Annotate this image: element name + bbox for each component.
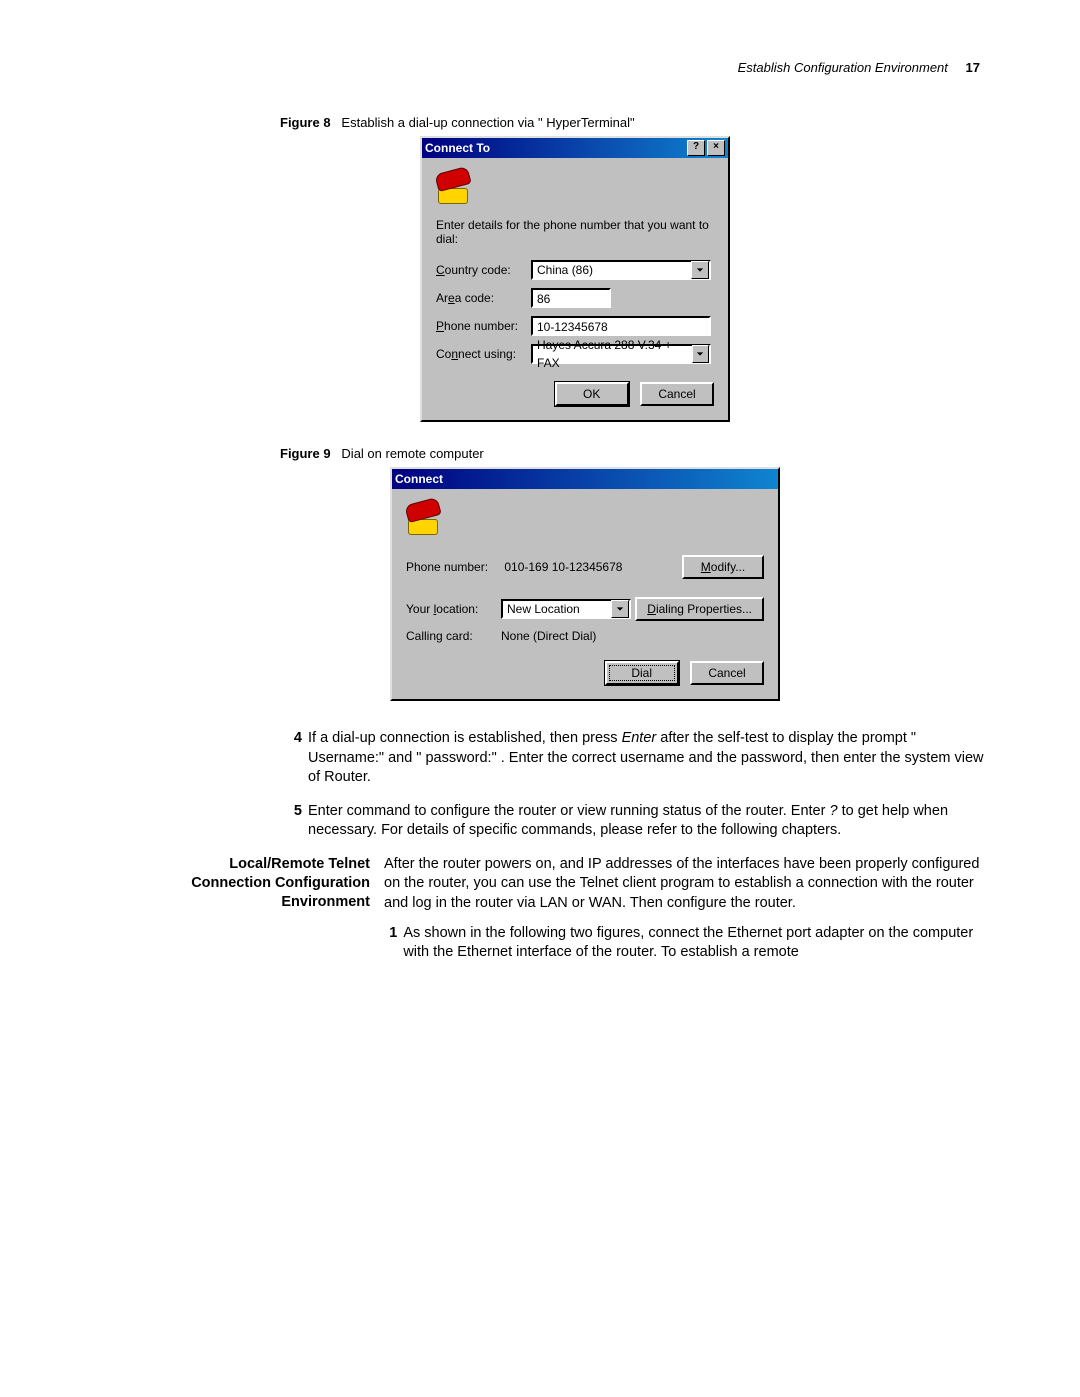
phone-number-label: Phone number:	[436, 319, 531, 333]
step-number: 4	[280, 729, 302, 788]
connect-using-label: Connect using:	[436, 347, 531, 361]
figure8-label: Figure 8	[280, 115, 331, 130]
country-code-label: Country code:	[436, 263, 531, 277]
header-title: Establish Configuration Environment	[738, 60, 948, 75]
dial-button[interactable]: Dial	[605, 661, 679, 685]
connect-dialog: Connect Phone number: 010-169 10-1234567…	[390, 467, 780, 701]
step-text: If a dial-up connection is established, …	[308, 729, 990, 788]
chevron-down-icon	[611, 600, 629, 618]
step-text: As shown in the following two figures, c…	[403, 924, 990, 963]
chevron-down-icon	[692, 345, 709, 363]
section-telnet: Local/Remote Telnet Connection Configura…	[180, 855, 990, 963]
dialing-properties-button[interactable]: Dialing Properties...	[635, 597, 764, 621]
your-location-label: Your location:	[406, 602, 501, 616]
figure9-label: Figure 9	[280, 446, 331, 461]
step-number: 1	[384, 924, 397, 963]
connect-using-value: Hayes Accura 288 V.34 + FAX	[537, 336, 692, 372]
ok-button[interactable]: OK	[555, 382, 629, 406]
modify-button[interactable]: Modify...	[682, 555, 764, 579]
dialog-titlebar: Connect	[392, 469, 778, 489]
figure9-caption-text: Dial on remote computer	[341, 446, 483, 461]
cancel-button[interactable]: Cancel	[690, 661, 764, 685]
help-button[interactable]: ?	[687, 140, 705, 156]
country-code-combo[interactable]: China (86)	[531, 260, 711, 280]
figure9-caption: Figure 9 Dial on remote computer	[280, 446, 990, 461]
dialog-title: Connect To	[425, 138, 490, 158]
area-code-label: Area code:	[436, 291, 531, 305]
page-header: Establish Configuration Environment 17	[180, 60, 990, 75]
country-code-value: China (86)	[537, 261, 593, 279]
area-code-input[interactable]: 86	[531, 288, 611, 308]
phone-icon	[436, 170, 470, 204]
section-paragraph: After the router powers on, and IP addre…	[384, 855, 990, 914]
phone-number-label: Phone number:	[406, 560, 501, 574]
dialog-instruction: Enter details for the phone number that …	[436, 218, 714, 246]
location-combo[interactable]: New Location	[501, 599, 631, 619]
dialog-titlebar: Connect To ? ×	[422, 138, 728, 158]
location-value: New Location	[507, 600, 580, 618]
step-number: 5	[280, 802, 302, 841]
calling-card-label: Calling card:	[406, 629, 501, 643]
page-number: 17	[966, 60, 980, 75]
step-text: Enter command to configure the router or…	[308, 802, 990, 841]
steps-list: 4 If a dial-up connection is established…	[280, 729, 990, 841]
figure8-caption-text: Establish a dial-up connection via " Hyp…	[341, 115, 634, 130]
phone-number-value: 010-169 10-12345678	[504, 560, 622, 574]
section-heading: Local/Remote Telnet Connection Configura…	[180, 855, 384, 963]
cancel-button[interactable]: Cancel	[640, 382, 714, 406]
phone-icon	[406, 501, 440, 535]
phone-number-input[interactable]: 10-12345678	[531, 316, 711, 336]
close-button[interactable]: ×	[707, 140, 725, 156]
connect-to-dialog: Connect To ? × Enter details for the pho…	[420, 136, 730, 422]
chevron-down-icon	[691, 261, 709, 279]
figure8-caption: Figure 8 Establish a dial-up connection …	[280, 115, 990, 130]
connect-using-combo[interactable]: Hayes Accura 288 V.34 + FAX	[531, 344, 711, 364]
dialog-title: Connect	[395, 469, 443, 489]
calling-card-value: None (Direct Dial)	[501, 629, 596, 643]
